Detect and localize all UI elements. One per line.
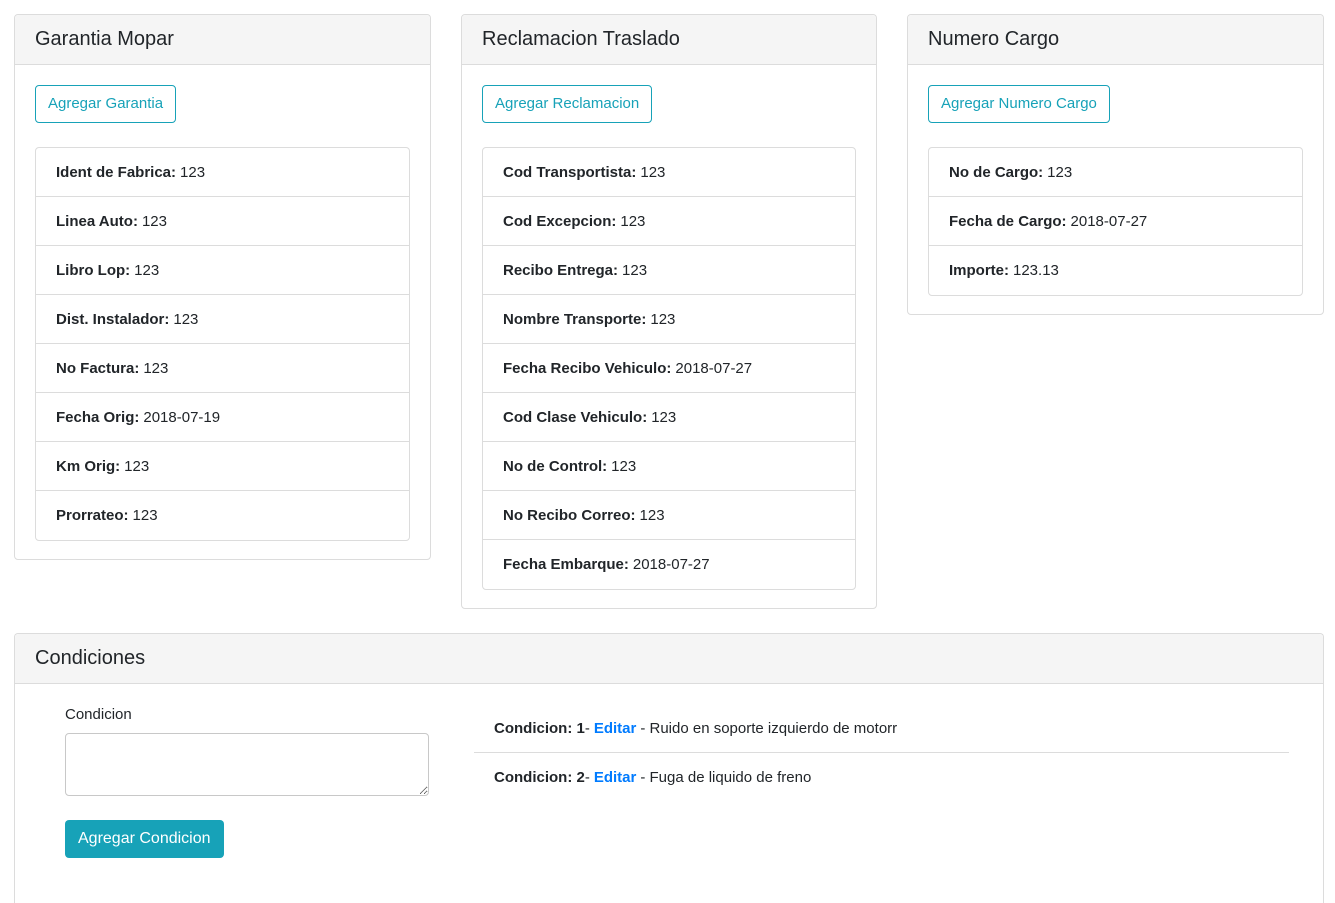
item-value: 123 [124,457,150,475]
list-item: Condicion: 2 - Editar - Fuga de liquido … [474,753,1289,802]
condiciones-title: Condiciones [15,634,1323,684]
list-item: No Recibo Correo: 123 [483,491,855,540]
list-item: Importe: 123.13 [929,246,1302,295]
list-item: Fecha de Cargo: 2018-07-27 [929,197,1302,246]
list-item: Linea Auto: 123 [36,197,409,246]
garantia-body: Agregar Garantia Ident de Fabrica: 123 Li… [15,65,430,561]
item-label: Fecha Recibo Vehiculo: [503,359,672,377]
list-item: Condicion: 1 - Editar - Ruido en soporte… [474,704,1289,753]
item-value: 123 [640,163,666,181]
reclamacion-card: Reclamacion Traslado Agregar Reclamacion… [461,14,877,609]
item-value: 123 [639,506,665,524]
list-item: Prorrateo: 123 [36,491,409,540]
reclamacion-title: Reclamacion Traslado [462,15,876,65]
item-label: Importe: [949,262,1009,279]
cargo-title: Numero Cargo [908,15,1323,65]
condicion-field-label: Condicion [65,706,132,723]
item-value: 2018-07-27 [1070,212,1148,230]
separator: - [584,769,590,786]
condicion-label: Condicion: 2 [494,769,585,786]
item-label: Km Orig: [56,457,121,475]
list-item: Nombre Transporte: 123 [483,295,855,344]
item-label: Libro Lop: [56,261,131,279]
cargo-list: No de Cargo: 123 Fecha de Cargo: 2018-07-2… [928,147,1303,296]
item-label: Cod Excepcion: [503,212,617,230]
list-item: Cod Transportista: 123 [483,148,855,197]
list-item: No de Control: 123 [483,442,855,491]
edit-link[interactable]: Editar [594,769,637,786]
list-item: Libro Lop: 123 [36,246,409,295]
list-item: Recibo Entrega: 123 [483,246,855,295]
condicion-text: - Fuga de liquido de freno [640,769,812,786]
item-label: Fecha Orig: [56,408,140,426]
item-value: 123 [622,261,648,279]
item-value: 2018-07-27 [675,359,753,377]
garantia-title: Garantia Mopar [15,15,430,65]
item-label: Prorrateo: [56,507,129,524]
item-label: Fecha Embarque: [503,556,629,573]
item-label: No Factura: [56,359,140,377]
condicion-textarea[interactable] [65,733,429,796]
separator: - [584,719,590,737]
condicion-text: - Ruido en soporte izquierdo de motorr [640,719,898,737]
list-item: Fecha Embarque: 2018-07-27 [483,540,855,589]
item-value: 123 [134,261,160,279]
item-value: 2018-07-27 [632,556,710,573]
item-label: Cod Transportista: [503,163,637,181]
list-item: Fecha Recibo Vehiculo: 2018-07-27 [483,344,855,393]
condiciones-list: Condicion: 1 - Editar - Ruido en soporte… [474,704,1289,802]
list-item: No Factura: 123 [36,344,409,393]
condicion-label: Condicion: 1 [494,719,585,737]
edit-link[interactable]: Editar [594,720,637,737]
add-numero-cargo-button[interactable]: Agregar Numero Cargo [928,85,1110,123]
garantia-list: Ident de Fabrica: 123 Linea Auto: 123 Libr… [35,147,410,541]
condicion-form: Condicion Agregar Condicion [65,706,429,858]
item-label: Linea Auto: [56,212,138,230]
item-value: 123 [650,310,676,328]
item-label: No de Control: [503,457,608,475]
add-garantia-button[interactable]: Agregar Garantia [35,85,177,123]
list-item: No de Cargo: 123 [929,148,1302,197]
item-value: 123 [141,212,167,230]
item-label: Recibo Entrega: [503,261,619,279]
item-label: Ident de Fabrica: [56,163,177,181]
item-value: 123 [143,359,169,377]
item-value: 123 [1047,163,1073,181]
condiciones-card: Condiciones Condicion Agregar Condicion … [14,633,1324,903]
list-item: Fecha Orig: 2018-07-19 [36,393,409,442]
item-value: 123 [180,163,206,181]
list-item: Cod Clase Vehiculo: 123 [483,393,855,442]
add-condicion-button[interactable]: Agregar Condicion [65,820,224,858]
item-value: 123 [132,507,158,524]
list-item: Dist. Instalador: 123 [36,295,409,344]
reclamacion-body: Agregar Reclamacion Cod Transportista: 12… [462,65,876,610]
cargo-body: Agregar Numero Cargo No de Cargo: 123 Fec… [908,65,1323,316]
item-label: Dist. Instalador: [56,310,170,328]
item-value: 123 [173,310,199,328]
cargo-card: Numero Cargo Agregar Numero Cargo No de … [907,14,1324,315]
garantia-card: Garantia Mopar Agregar Garantia Ident de… [14,14,431,560]
item-value: 123 [620,212,646,230]
list-item: Cod Excepcion: 123 [483,197,855,246]
item-label: Nombre Transporte: [503,310,647,328]
item-value: 2018-07-19 [143,408,221,426]
item-label: Cod Clase Vehiculo: [503,408,648,426]
list-item: Ident de Fabrica: 123 [36,148,409,197]
reclamacion-list: Cod Transportista: 123 Cod Excepcion: 123 … [482,147,856,590]
item-value: 123.13 [1013,262,1059,279]
list-item: Km Orig: 123 [36,442,409,491]
item-value: 123 [651,408,677,426]
item-value: 123 [611,457,637,475]
item-label: Fecha de Cargo: [949,212,1067,230]
add-reclamacion-button[interactable]: Agregar Reclamacion [482,85,653,123]
item-label: No Recibo Correo: [503,506,636,524]
item-label: No de Cargo: [949,163,1044,181]
